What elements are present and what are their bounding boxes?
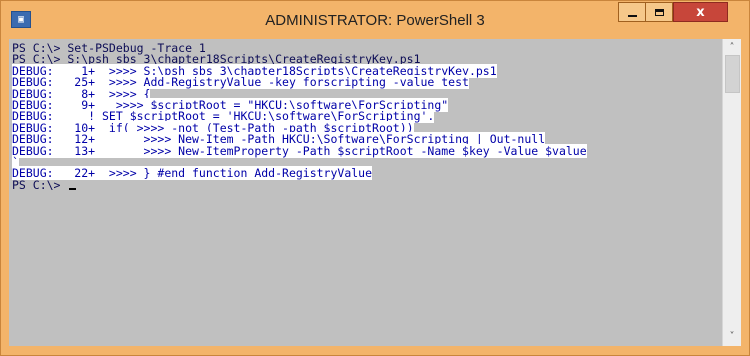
title-bar[interactable]: ▣ ADMINISTRATOR: PowerShell 3 x — [1, 1, 749, 39]
scroll-down-icon[interactable]: ˅ — [723, 329, 741, 345]
minimize-button[interactable] — [618, 2, 646, 22]
console-output[interactable]: PS C:\> Set-PSDebug -Trace 1 PS C:\> S:\p… — [9, 39, 722, 346]
console-line: DEBUG: 22+ >>>> } #end function Add-Regi… — [12, 166, 587, 181]
debug-trace-text: DEBUG: 13+ >>>> New-ItemProperty -Path $… — [12, 143, 587, 158]
vertical-scrollbar[interactable]: ˄ ˅ — [722, 39, 741, 346]
maximize-icon — [654, 8, 664, 16]
close-icon: x — [696, 4, 705, 20]
minimize-icon — [627, 14, 637, 17]
text-cursor — [69, 187, 77, 190]
maximize-button[interactable] — [645, 2, 673, 22]
console-line: PS C:\> — [12, 177, 587, 192]
prompt-text: PS C:\> — [12, 177, 68, 192]
scrollbar-thumb[interactable] — [725, 55, 740, 93]
console-lines: PS C:\> Set-PSDebug -Trace 1 PS C:\> S:\p… — [12, 42, 587, 192]
console-line: DEBUG: 13+ >>>> New-ItemProperty -Path $… — [12, 143, 587, 158]
close-button[interactable]: x — [673, 2, 728, 22]
powershell-window: ▣ ADMINISTRATOR: PowerShell 3 x PS C:\> … — [0, 0, 750, 356]
scroll-up-icon[interactable]: ˄ — [723, 40, 741, 56]
